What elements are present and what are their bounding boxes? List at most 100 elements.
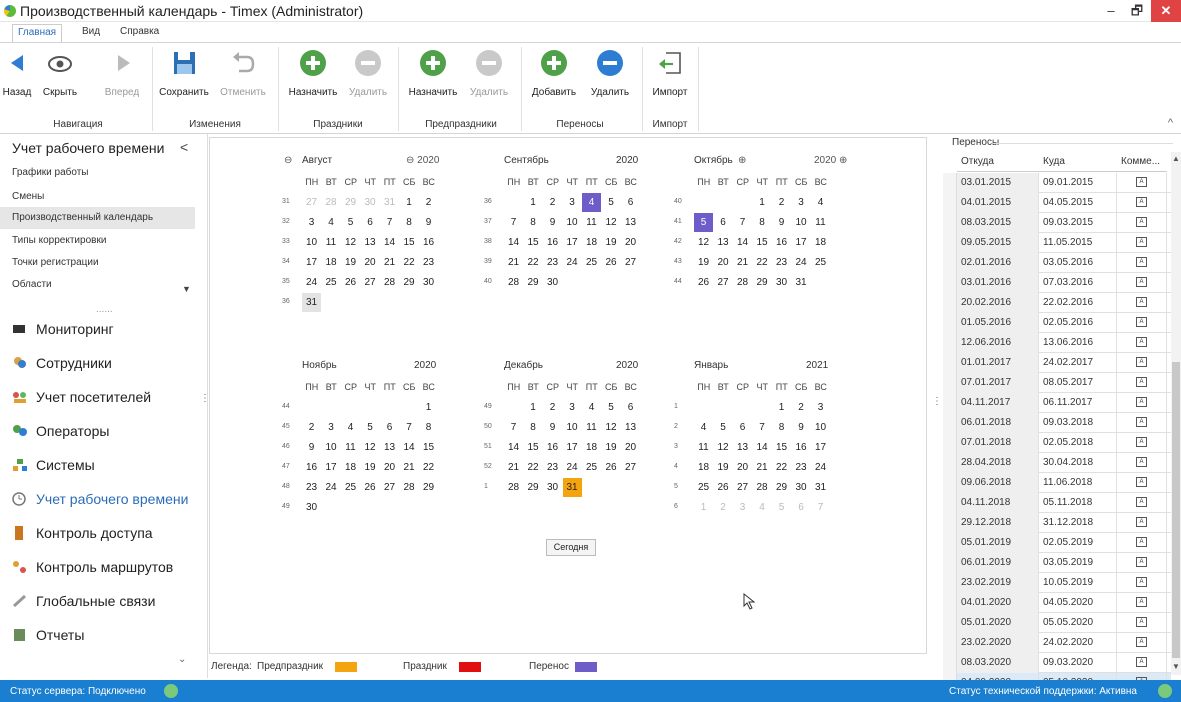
cell-from[interactable]: 28.04.2018	[957, 453, 1039, 473]
nav-item-work-schedules[interactable]: Графики работы	[12, 167, 89, 178]
calendar-day[interactable]: 1	[400, 193, 419, 212]
cell-comment[interactable]: A	[1117, 613, 1167, 633]
table-row[interactable]: 20.02.2016 22.02.2016 A	[943, 293, 1171, 313]
nav-item-areas[interactable]: Области	[12, 279, 52, 290]
memo-icon[interactable]: A	[1136, 637, 1147, 648]
calendar-day[interactable]: 28	[504, 478, 523, 497]
group-route-control[interactable]: Контроль маршрутов	[12, 559, 173, 575]
calendar-day[interactable]: 6	[361, 213, 380, 232]
calendar-day[interactable]: 3	[302, 213, 321, 232]
row-indicator[interactable]	[943, 553, 957, 573]
calendar-day[interactable]: 8	[524, 418, 543, 437]
table-row[interactable]: 05.01.2020 05.05.2020 A	[943, 613, 1171, 633]
calendar-day[interactable]: 1	[694, 498, 713, 517]
calendar-day[interactable]: 24	[322, 478, 341, 497]
close-button[interactable]: ✕	[1151, 0, 1181, 22]
calendar-day[interactable]: 3	[811, 398, 830, 417]
memo-icon[interactable]: A	[1136, 357, 1147, 368]
calendar-day[interactable]: 4	[694, 418, 713, 437]
month-year[interactable]: 2020	[616, 360, 638, 371]
calendar-day[interactable]: 31	[792, 273, 811, 292]
calendar-day[interactable]: 3	[563, 193, 582, 212]
transfer-delete-button[interactable]: Удалить	[588, 49, 632, 98]
calendar-day[interactable]: 4	[582, 398, 601, 417]
cell-to[interactable]: 11.05.2015	[1039, 233, 1117, 253]
cell-from[interactable]: 09.06.2018	[957, 473, 1039, 493]
row-indicator[interactable]	[943, 293, 957, 313]
cell-to[interactable]: 05.11.2018	[1039, 493, 1117, 513]
cell-to[interactable]: 09.01.2015	[1039, 173, 1117, 193]
cell-to[interactable]: 24.02.2020	[1039, 633, 1117, 653]
memo-icon[interactable]: A	[1136, 617, 1147, 628]
calendar-day[interactable]: 10	[322, 438, 341, 457]
row-indicator[interactable]	[943, 613, 957, 633]
calendar-day[interactable]: 28	[753, 478, 772, 497]
calendar-day[interactable]: 18	[582, 438, 601, 457]
calendar-day[interactable]: 18	[322, 253, 341, 272]
cell-comment[interactable]: A	[1117, 553, 1167, 573]
calendar-day[interactable]: 2	[419, 193, 438, 212]
cell-from[interactable]: 04.01.2020	[957, 593, 1039, 613]
row-indicator[interactable]	[943, 513, 957, 533]
row-indicator[interactable]	[943, 273, 957, 293]
calendar-day[interactable]: 15	[753, 233, 772, 252]
calendar-day[interactable]: 12	[694, 233, 713, 252]
row-indicator[interactable]	[943, 353, 957, 373]
calendar-day[interactable]: 14	[504, 438, 523, 457]
calendar-day[interactable]: 7	[811, 498, 830, 517]
calendar-day[interactable]: 22	[753, 253, 772, 272]
calendar-day[interactable]: 10	[302, 233, 321, 252]
row-indicator[interactable]	[943, 573, 957, 593]
month-year[interactable]: 2020	[414, 360, 436, 371]
row-indicator[interactable]	[943, 313, 957, 333]
table-row[interactable]: 28.04.2018 30.04.2018 A	[943, 453, 1171, 473]
holiday-assign-button[interactable]: Назначить	[285, 49, 341, 98]
calendar-day[interactable]: 26	[602, 253, 621, 272]
calendar-day[interactable]: 30	[543, 478, 562, 497]
calendar-day[interactable]: 31	[302, 293, 321, 312]
cell-comment[interactable]: A	[1117, 493, 1167, 513]
calendar-day[interactable]: 6	[714, 213, 733, 232]
calendar-day[interactable]: 30	[419, 273, 438, 292]
group-employees[interactable]: Сотрудники	[12, 355, 112, 371]
calendar-day[interactable]: 17	[302, 253, 321, 272]
group-reports[interactable]: Отчеты	[12, 627, 84, 643]
calendar-day[interactable]: 8	[772, 418, 791, 437]
cell-comment[interactable]: A	[1117, 513, 1167, 533]
calendar-day[interactable]: 20	[621, 438, 640, 457]
preholiday-assign-button[interactable]: Назначить	[405, 49, 461, 98]
row-indicator[interactable]	[943, 633, 957, 653]
memo-icon[interactable]: A	[1136, 537, 1147, 548]
calendar-day[interactable]: 8	[753, 213, 772, 232]
calendar-day[interactable]: 6	[621, 398, 640, 417]
memo-icon[interactable]: A	[1136, 597, 1147, 608]
cell-comment[interactable]: A	[1117, 473, 1167, 493]
row-indicator[interactable]	[943, 333, 957, 353]
calendar-day[interactable]: 17	[563, 438, 582, 457]
calendar-day[interactable]: 16	[302, 458, 321, 477]
month-name[interactable]: Ноябрь	[302, 360, 337, 371]
calendar-day[interactable]: 9	[302, 438, 321, 457]
calendar-day[interactable]: 24	[792, 253, 811, 272]
table-row[interactable]: 04.01.2020 04.05.2020 A	[943, 593, 1171, 613]
month-name[interactable]: Сентябрь	[504, 155, 549, 166]
cell-comment[interactable]: A	[1117, 193, 1167, 213]
month-name[interactable]: Август	[302, 155, 332, 166]
calendar-day[interactable]: 13	[621, 213, 640, 232]
calendar-day[interactable]: 22	[400, 253, 419, 272]
cell-from[interactable]: 02.01.2016	[957, 253, 1039, 273]
calendar-day[interactable]: 13	[714, 233, 733, 252]
calendar-day[interactable]: 2	[714, 498, 733, 517]
calendar-day[interactable]: 11	[694, 438, 713, 457]
memo-icon[interactable]: A	[1136, 177, 1147, 188]
cell-to[interactable]: 09.03.2015	[1039, 213, 1117, 233]
calendar-day[interactable]: 20	[733, 458, 752, 477]
cell-from[interactable]: 20.02.2016	[957, 293, 1039, 313]
calendar-day[interactable]: 7	[753, 418, 772, 437]
row-indicator[interactable]	[943, 173, 957, 193]
row-indicator[interactable]	[943, 533, 957, 553]
table-row[interactable]: 23.02.2020 24.02.2020 A	[943, 633, 1171, 653]
row-indicator[interactable]	[943, 193, 957, 213]
calendar-day[interactable]: 25	[811, 253, 830, 272]
calendar-day[interactable]: 5	[714, 418, 733, 437]
